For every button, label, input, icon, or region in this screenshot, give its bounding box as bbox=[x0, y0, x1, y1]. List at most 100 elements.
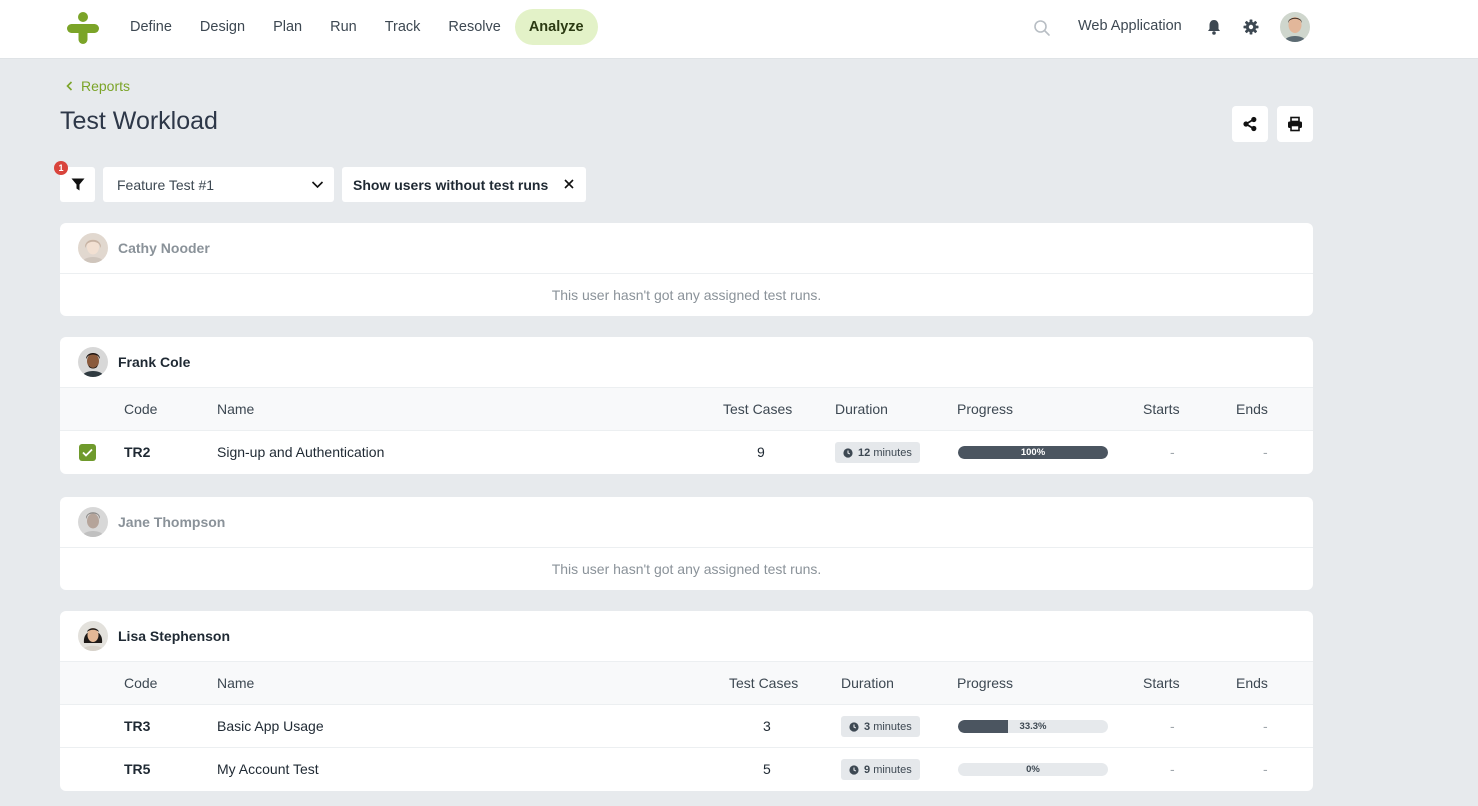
duration-unit: minutes bbox=[873, 720, 912, 733]
run-test-cases: 3 bbox=[763, 718, 771, 734]
user-name: Cathy Nooder bbox=[118, 240, 210, 256]
column-code[interactable]: Code bbox=[124, 388, 157, 431]
filter-count-badge: 1 bbox=[54, 161, 68, 175]
column-test-cases[interactable]: Test Cases bbox=[723, 388, 792, 431]
column-progress[interactable]: Progress bbox=[957, 662, 1013, 705]
user-name: Jane Thompson bbox=[118, 514, 226, 530]
user-card-header: Jane Thompson bbox=[60, 497, 1313, 548]
clock-icon bbox=[849, 764, 859, 775]
duration-unit: minutes bbox=[873, 446, 912, 459]
table-row[interactable]: TR2 Sign-up and Authentication 9 12 minu… bbox=[60, 431, 1313, 474]
progress-bar: 100% bbox=[958, 446, 1108, 459]
column-ends[interactable]: Ends bbox=[1236, 388, 1268, 431]
run-name[interactable]: Sign-up and Authentication bbox=[217, 431, 384, 474]
gear-icon[interactable] bbox=[1242, 18, 1260, 36]
run-starts: - bbox=[1170, 444, 1175, 460]
project-selector[interactable]: Web Application bbox=[1078, 18, 1182, 34]
progress-bar: 33.3% bbox=[958, 720, 1108, 733]
run-starts: - bbox=[1170, 761, 1175, 777]
column-test-cases[interactable]: Test Cases bbox=[729, 662, 798, 705]
nav-define[interactable]: Define bbox=[116, 9, 186, 45]
user-card-header: Frank Cole bbox=[60, 337, 1313, 388]
column-progress[interactable]: Progress bbox=[957, 388, 1013, 431]
run-test-cases: 5 bbox=[763, 761, 771, 777]
progress-label: 33.3% bbox=[1019, 721, 1047, 732]
nav-design[interactable]: Design bbox=[186, 9, 259, 45]
run-code[interactable]: TR5 bbox=[124, 748, 150, 791]
user-card-frank-cole: Frank Cole Code Name Test Cases Duration… bbox=[60, 337, 1313, 474]
run-starts: - bbox=[1170, 718, 1175, 734]
run-code[interactable]: TR2 bbox=[124, 431, 150, 474]
user-card-header: Lisa Stephenson bbox=[60, 611, 1313, 662]
main-menu: Define Design Plan Run Track Resolve Ana… bbox=[116, 9, 598, 45]
printer-icon bbox=[1288, 116, 1302, 132]
run-ends: - bbox=[1263, 444, 1268, 460]
user-card-cathy-nooder: Cathy Nooder This user hasn't got any as… bbox=[60, 223, 1313, 316]
share-icon bbox=[1243, 116, 1257, 132]
user-name: Frank Cole bbox=[118, 354, 191, 370]
test-run-select-value: Feature Test #1 bbox=[117, 176, 215, 193]
duration-value: 12 bbox=[858, 446, 871, 459]
column-name[interactable]: Name bbox=[217, 662, 254, 705]
clock-icon bbox=[843, 447, 853, 458]
top-navigation: Define Design Plan Run Track Resolve Ana… bbox=[0, 0, 1478, 59]
avatar bbox=[78, 507, 108, 537]
column-duration[interactable]: Duration bbox=[841, 662, 894, 705]
chevron-down-icon bbox=[311, 181, 324, 189]
chevron-left-icon bbox=[66, 81, 73, 91]
avatar bbox=[78, 347, 108, 377]
app-logo-icon[interactable] bbox=[66, 11, 100, 45]
empty-state-message: This user hasn't got any assigned test r… bbox=[551, 561, 822, 577]
progress-bar: 0% bbox=[958, 763, 1108, 776]
run-name[interactable]: My Account Test bbox=[217, 748, 319, 791]
duration-badge: 3 minutes bbox=[841, 716, 920, 737]
table-header: Code Name Test Cases Duration Progress S… bbox=[60, 388, 1313, 431]
nav-resolve[interactable]: Resolve bbox=[434, 9, 514, 45]
column-starts[interactable]: Starts bbox=[1143, 662, 1180, 705]
search-icon[interactable] bbox=[1033, 19, 1051, 37]
print-button[interactable] bbox=[1277, 106, 1313, 142]
chip-label: Show users without test runs bbox=[353, 176, 549, 193]
table-row[interactable]: TR3 Basic App Usage 3 3 minutes 33.3% - … bbox=[60, 705, 1313, 748]
run-name[interactable]: Basic App Usage bbox=[217, 705, 324, 748]
duration-value: 3 bbox=[864, 720, 871, 733]
run-checkbox[interactable] bbox=[79, 444, 96, 461]
run-ends: - bbox=[1263, 761, 1268, 777]
filter-icon bbox=[71, 178, 84, 191]
nav-track[interactable]: Track bbox=[371, 9, 435, 45]
user-card-lisa-stephenson: Lisa Stephenson Code Name Test Cases Dur… bbox=[60, 611, 1313, 791]
close-icon[interactable] bbox=[563, 178, 575, 190]
run-test-cases: 9 bbox=[757, 444, 765, 460]
bell-icon[interactable] bbox=[1205, 18, 1223, 36]
column-name[interactable]: Name bbox=[217, 388, 254, 431]
breadcrumb[interactable]: Reports bbox=[66, 78, 130, 94]
user-name: Lisa Stephenson bbox=[118, 628, 231, 644]
check-icon bbox=[82, 448, 93, 457]
share-button[interactable] bbox=[1232, 106, 1268, 142]
user-card-jane-thompson: Jane Thompson This user hasn't got any a… bbox=[60, 497, 1313, 590]
show-users-without-runs-chip[interactable]: Show users without test runs bbox=[342, 167, 586, 202]
table-row[interactable]: TR5 My Account Test 5 9 minutes 0% - - bbox=[60, 748, 1313, 791]
duration-unit: minutes bbox=[873, 763, 912, 776]
page-title: Test Workload bbox=[60, 107, 218, 135]
column-duration[interactable]: Duration bbox=[835, 388, 888, 431]
progress-label: 0% bbox=[1026, 764, 1040, 775]
clock-icon bbox=[849, 721, 859, 732]
duration-badge: 12 minutes bbox=[835, 442, 920, 463]
test-run-select[interactable]: Feature Test #1 bbox=[103, 167, 334, 202]
duration-value: 9 bbox=[864, 763, 871, 776]
column-code[interactable]: Code bbox=[124, 662, 157, 705]
column-starts[interactable]: Starts bbox=[1143, 388, 1180, 431]
column-ends[interactable]: Ends bbox=[1236, 662, 1268, 705]
nav-run[interactable]: Run bbox=[316, 9, 371, 45]
progress-label: 100% bbox=[1020, 447, 1046, 458]
nav-plan[interactable]: Plan bbox=[259, 9, 316, 45]
empty-state-message: This user hasn't got any assigned test r… bbox=[551, 287, 822, 303]
user-card-header: Cathy Nooder bbox=[60, 223, 1313, 274]
run-code[interactable]: TR3 bbox=[124, 705, 150, 748]
breadcrumb-reports[interactable]: Reports bbox=[81, 78, 130, 94]
avatar bbox=[78, 233, 108, 263]
run-ends: - bbox=[1263, 718, 1268, 734]
nav-analyze[interactable]: Analyze bbox=[514, 9, 598, 45]
user-avatar[interactable] bbox=[1280, 12, 1310, 42]
